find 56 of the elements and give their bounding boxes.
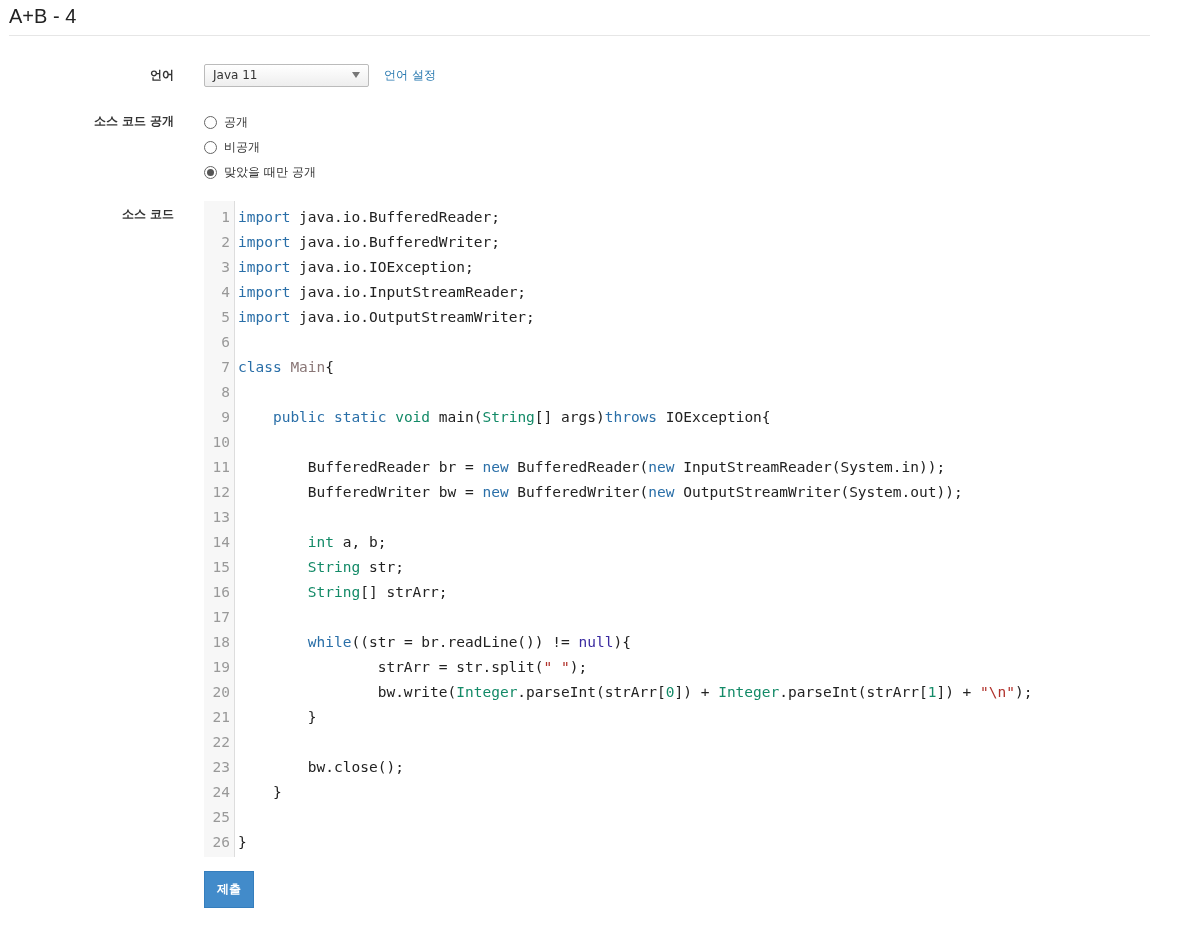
line-number: 4 xyxy=(220,283,230,300)
line-number: 21 xyxy=(211,708,230,725)
code-line: String str; xyxy=(306,558,404,575)
caret-icon xyxy=(352,72,360,78)
line-number: 25 xyxy=(211,808,230,825)
code-line: import java.io.OutputStreamWriter; xyxy=(238,308,535,325)
line-number: 24 xyxy=(211,783,230,800)
code-line: while((str = br.readLine()) != null){ xyxy=(306,633,631,650)
language-settings-link[interactable]: 언어 설정 xyxy=(384,66,436,84)
code-line: import java.io.BufferedWriter; xyxy=(238,233,500,250)
code-line: String[] strArr; xyxy=(306,583,448,600)
code-line: } xyxy=(238,833,247,850)
line-number: 3 xyxy=(220,258,230,275)
submit-button[interactable]: 제출 xyxy=(204,871,254,908)
page-title: A+B - 4 xyxy=(9,0,1150,36)
line-number: 23 xyxy=(211,758,230,775)
code-line: bw.close(); xyxy=(306,758,404,775)
line-number: 22 xyxy=(211,733,230,750)
code-line: class Main{ xyxy=(238,358,335,375)
line-number: 12 xyxy=(211,483,230,500)
code-line: BufferedWriter bw = new BufferedWriter(new OutputStreamWriter(System.out)); xyxy=(306,483,963,500)
code-line: import java.io.BufferedReader; xyxy=(238,208,500,225)
line-number: 6 xyxy=(220,333,230,350)
field-label: 언어 xyxy=(150,68,174,82)
code-line: strArr = str.split(" "); xyxy=(376,658,588,675)
line-number: 20 xyxy=(211,683,230,700)
language-select[interactable]: Java 11 xyxy=(204,63,369,87)
line-number: 5 xyxy=(220,308,230,325)
line-number: 15 xyxy=(211,558,230,575)
code-line: } xyxy=(306,708,317,725)
line-number: 26 xyxy=(211,833,230,850)
field-label: 소스 코드 공개 xyxy=(93,114,174,128)
line-number: 13 xyxy=(211,508,230,525)
code-line: BufferedReader br = new BufferedReader(new InputStreamReader(System.in)); xyxy=(306,458,946,475)
line-number: 16 xyxy=(211,583,230,600)
radio-option[interactable]: 맞았을 때만 공개 xyxy=(204,164,316,181)
line-number: 11 xyxy=(211,458,230,475)
line-number: 8 xyxy=(220,383,230,400)
code-line: import java.io.InputStreamReader; xyxy=(238,283,527,300)
line-number: 10 xyxy=(211,433,230,450)
code-line: int a, b; xyxy=(306,533,387,550)
field-label: 소스 코드 xyxy=(121,207,174,221)
line-number: 17 xyxy=(211,608,230,625)
line-number: 19 xyxy=(211,658,230,675)
code-line: import java.io.IOException; xyxy=(238,258,474,275)
code-line: } xyxy=(271,783,282,800)
code-line: public static void main(String[] args)throws IOException{ xyxy=(271,408,771,425)
line-number: 7 xyxy=(220,358,230,375)
code-line: bw.write(Integer.parseInt(strArr[0]) + Integer.parseInt(strArr[1]) + "\n"); xyxy=(376,683,1033,700)
line-number: 14 xyxy=(211,533,230,550)
line-number: 1 xyxy=(220,208,230,225)
radio-option[interactable]: 공개 xyxy=(204,114,316,131)
line-number: 9 xyxy=(220,408,230,425)
line-number: 18 xyxy=(211,633,230,650)
line-number: 2 xyxy=(220,233,230,250)
radio-option[interactable]: 비공개 xyxy=(204,139,316,156)
